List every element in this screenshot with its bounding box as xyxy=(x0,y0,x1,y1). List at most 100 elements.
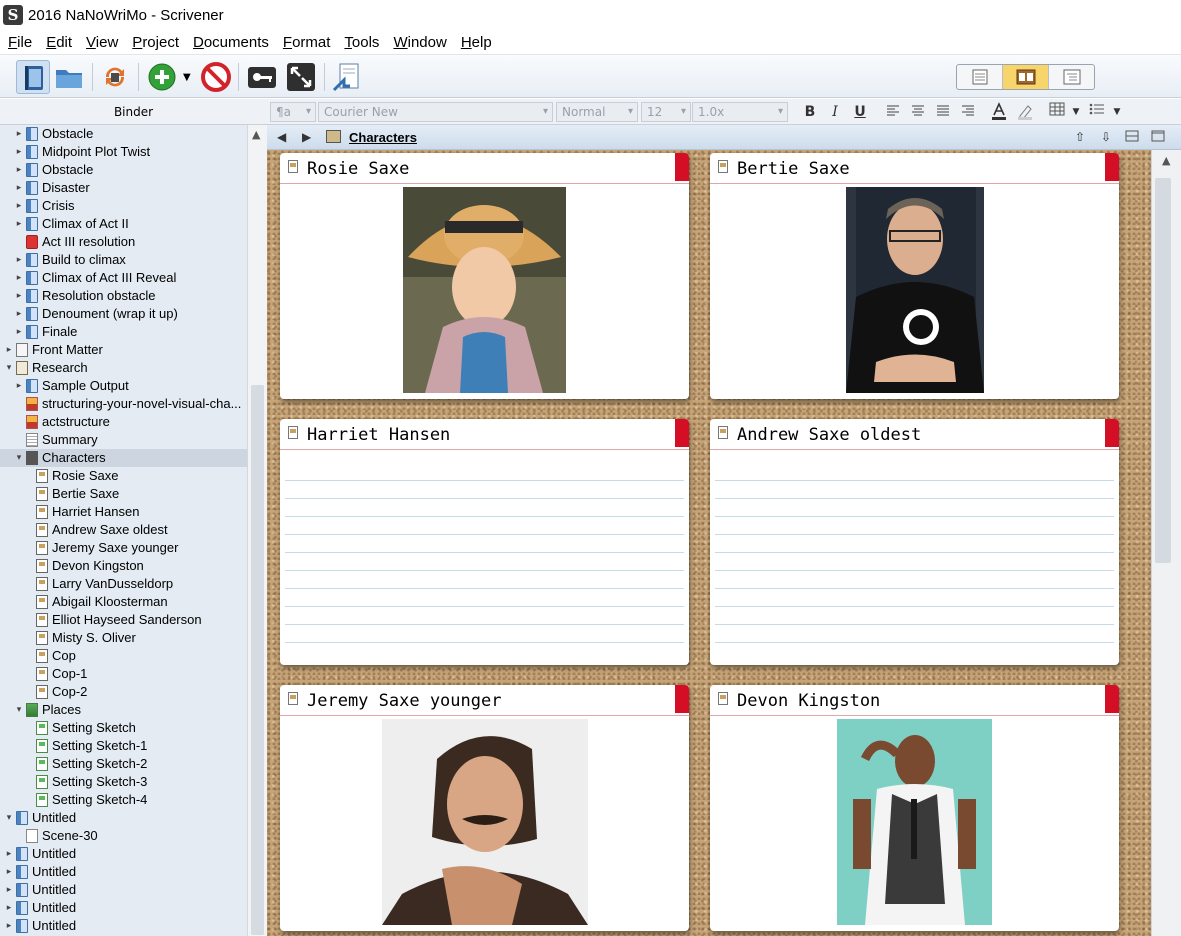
keywords-button[interactable] xyxy=(245,60,279,94)
binder-item[interactable]: structuring-your-novel-visual-cha... xyxy=(0,395,247,413)
binder-item[interactable]: ▾ Characters xyxy=(0,449,247,467)
card-title[interactable]: Bertie Saxe xyxy=(737,159,850,179)
style-select[interactable]: ¶a xyxy=(270,102,316,122)
expand-arrow-icon[interactable]: ▸ xyxy=(14,129,24,139)
binder-item[interactable]: actstructure xyxy=(0,413,247,431)
expand-arrow-icon[interactable]: ▸ xyxy=(14,219,24,229)
expand-arrow-icon[interactable]: ▸ xyxy=(14,309,24,319)
binder-item[interactable]: Rosie Saxe xyxy=(0,467,247,485)
binder-toggle-button[interactable] xyxy=(16,60,50,94)
corkboard-scroll-thumb[interactable] xyxy=(1155,178,1171,563)
line-spacing-select[interactable]: 1.0x xyxy=(692,102,788,122)
list-dropdown-icon[interactable]: ▼ xyxy=(1107,102,1127,122)
arrow-up-icon[interactable]: ⇧ xyxy=(1075,130,1085,144)
binder-item[interactable]: Setting Sketch-3 xyxy=(0,773,247,791)
highlight-icon[interactable] xyxy=(1015,102,1035,122)
menu-window[interactable]: Window xyxy=(393,34,446,51)
binder-item[interactable]: ▸ Untitled xyxy=(0,881,247,899)
card-synopsis-lines[interactable] xyxy=(285,463,684,657)
expand-arrow-icon[interactable]: ▸ xyxy=(14,183,24,193)
compile-button[interactable] xyxy=(330,60,364,94)
binder-item[interactable]: Setting Sketch-2 xyxy=(0,755,247,773)
binder-item[interactable]: Cop-1 xyxy=(0,665,247,683)
bold-button[interactable]: B xyxy=(800,102,820,122)
binder-scrollbar[interactable]: ▲ xyxy=(247,125,267,936)
index-card[interactable]: Harriet Hansen xyxy=(280,419,689,665)
add-button[interactable] xyxy=(145,60,179,94)
binder-item[interactable]: ▸ Disaster xyxy=(0,179,247,197)
corkboard-scrollbar[interactable]: ▲ xyxy=(1151,150,1181,936)
font-weight-select[interactable]: Normal xyxy=(556,102,638,122)
add-dropdown-arrow-icon[interactable]: ▼ xyxy=(183,72,191,83)
menu-help[interactable]: Help xyxy=(461,34,492,51)
binder-item[interactable]: ▸ Midpoint Plot Twist xyxy=(0,143,247,161)
go-back-icon[interactable]: ◀ xyxy=(277,130,286,144)
expand-arrow-icon[interactable]: ▸ xyxy=(4,867,14,877)
expand-arrow-icon[interactable]: ▸ xyxy=(14,381,24,391)
binder-item[interactable]: ▸ Resolution obstacle xyxy=(0,287,247,305)
expand-arrow-icon[interactable]: ▸ xyxy=(14,291,24,301)
binder-item[interactable]: ▸ Untitled xyxy=(0,917,247,935)
binder-item[interactable]: Cop xyxy=(0,647,247,665)
font-size-select[interactable]: 12 xyxy=(641,102,691,122)
menu-project[interactable]: Project xyxy=(132,34,179,51)
sync-button[interactable] xyxy=(98,60,132,94)
expand-arrow-icon[interactable]: ▸ xyxy=(14,165,24,175)
binder-item[interactable]: ▸ Build to climax xyxy=(0,251,247,269)
menu-tools[interactable]: Tools xyxy=(344,34,379,51)
binder-item[interactable]: Scene-30 xyxy=(0,827,247,845)
binder-scroll-thumb[interactable] xyxy=(251,385,264,935)
collapse-arrow-icon[interactable]: ▾ xyxy=(14,453,24,463)
menu-edit[interactable]: Edit xyxy=(46,34,72,51)
card-title[interactable]: Jeremy Saxe younger xyxy=(307,691,501,711)
binder-item[interactable]: Setting Sketch-4 xyxy=(0,791,247,809)
go-forward-icon[interactable]: ▶ xyxy=(302,130,311,144)
binder-item[interactable]: Elliot Hayseed Sanderson xyxy=(0,611,247,629)
binder-item[interactable]: ▸ Untitled xyxy=(0,863,247,881)
index-card[interactable]: Andrew Saxe oldest xyxy=(710,419,1119,665)
editor-title[interactable]: Characters xyxy=(349,130,417,145)
split-vertical-icon[interactable] xyxy=(1151,130,1165,145)
text-color-icon[interactable] xyxy=(989,102,1009,122)
menu-documents[interactable]: Documents xyxy=(193,34,269,51)
scroll-up-icon[interactable]: ▲ xyxy=(252,128,260,141)
underline-button[interactable]: U xyxy=(850,102,870,122)
binder-item[interactable]: ▸ Untitled xyxy=(0,899,247,917)
align-left-icon[interactable] xyxy=(883,102,903,122)
scrivenings-view-button[interactable] xyxy=(957,65,1003,89)
binder-item[interactable]: Jeremy Saxe younger xyxy=(0,539,247,557)
align-center-icon[interactable] xyxy=(908,102,928,122)
expand-arrow-icon[interactable]: ▸ xyxy=(4,921,14,931)
outliner-view-button[interactable] xyxy=(1049,65,1094,89)
card-title[interactable]: Devon Kingston xyxy=(737,691,880,711)
card-title[interactable]: Rosie Saxe xyxy=(307,159,409,179)
binder-item[interactable]: ▾ Untitled xyxy=(0,809,247,827)
binder-item[interactable]: ▸ Crisis xyxy=(0,197,247,215)
expand-arrow-icon[interactable]: ▸ xyxy=(14,147,24,157)
full-screen-button[interactable] xyxy=(284,60,318,94)
delete-button[interactable] xyxy=(199,60,233,94)
binder-item[interactable]: ▸ Climax of Act III Reveal xyxy=(0,269,247,287)
card-synopsis-lines[interactable] xyxy=(715,463,1114,657)
binder-item[interactable]: ▸ Front Matter xyxy=(0,341,247,359)
binder-item[interactable]: ▸ Obstacle xyxy=(0,125,247,143)
binder-item[interactable]: Harriet Hansen xyxy=(0,503,247,521)
align-justify-icon[interactable] xyxy=(933,102,953,122)
collapse-arrow-icon[interactable]: ▾ xyxy=(4,363,14,373)
index-card[interactable]: Devon Kingston xyxy=(710,685,1119,931)
card-title[interactable]: Harriet Hansen xyxy=(307,425,450,445)
binder-item[interactable]: ▸ Sample Output xyxy=(0,377,247,395)
collapse-arrow-icon[interactable]: ▾ xyxy=(4,813,14,823)
binder-item[interactable]: Misty S. Oliver xyxy=(0,629,247,647)
binder-item[interactable]: Abigail Kloosterman xyxy=(0,593,247,611)
arrow-down-icon[interactable]: ⇩ xyxy=(1101,130,1111,144)
binder-item[interactable]: ▸ Untitled xyxy=(0,845,247,863)
binder-item[interactable]: ▾ Research xyxy=(0,359,247,377)
expand-arrow-icon[interactable]: ▸ xyxy=(14,327,24,337)
expand-arrow-icon[interactable]: ▸ xyxy=(4,345,14,355)
binder-item[interactable]: Larry VanDusseldorp xyxy=(0,575,247,593)
expand-arrow-icon[interactable]: ▸ xyxy=(4,849,14,859)
index-card[interactable]: Rosie Saxe xyxy=(280,153,689,399)
corkboard-view-button[interactable] xyxy=(1003,65,1049,89)
binder-item[interactable]: Devon Kingston xyxy=(0,557,247,575)
